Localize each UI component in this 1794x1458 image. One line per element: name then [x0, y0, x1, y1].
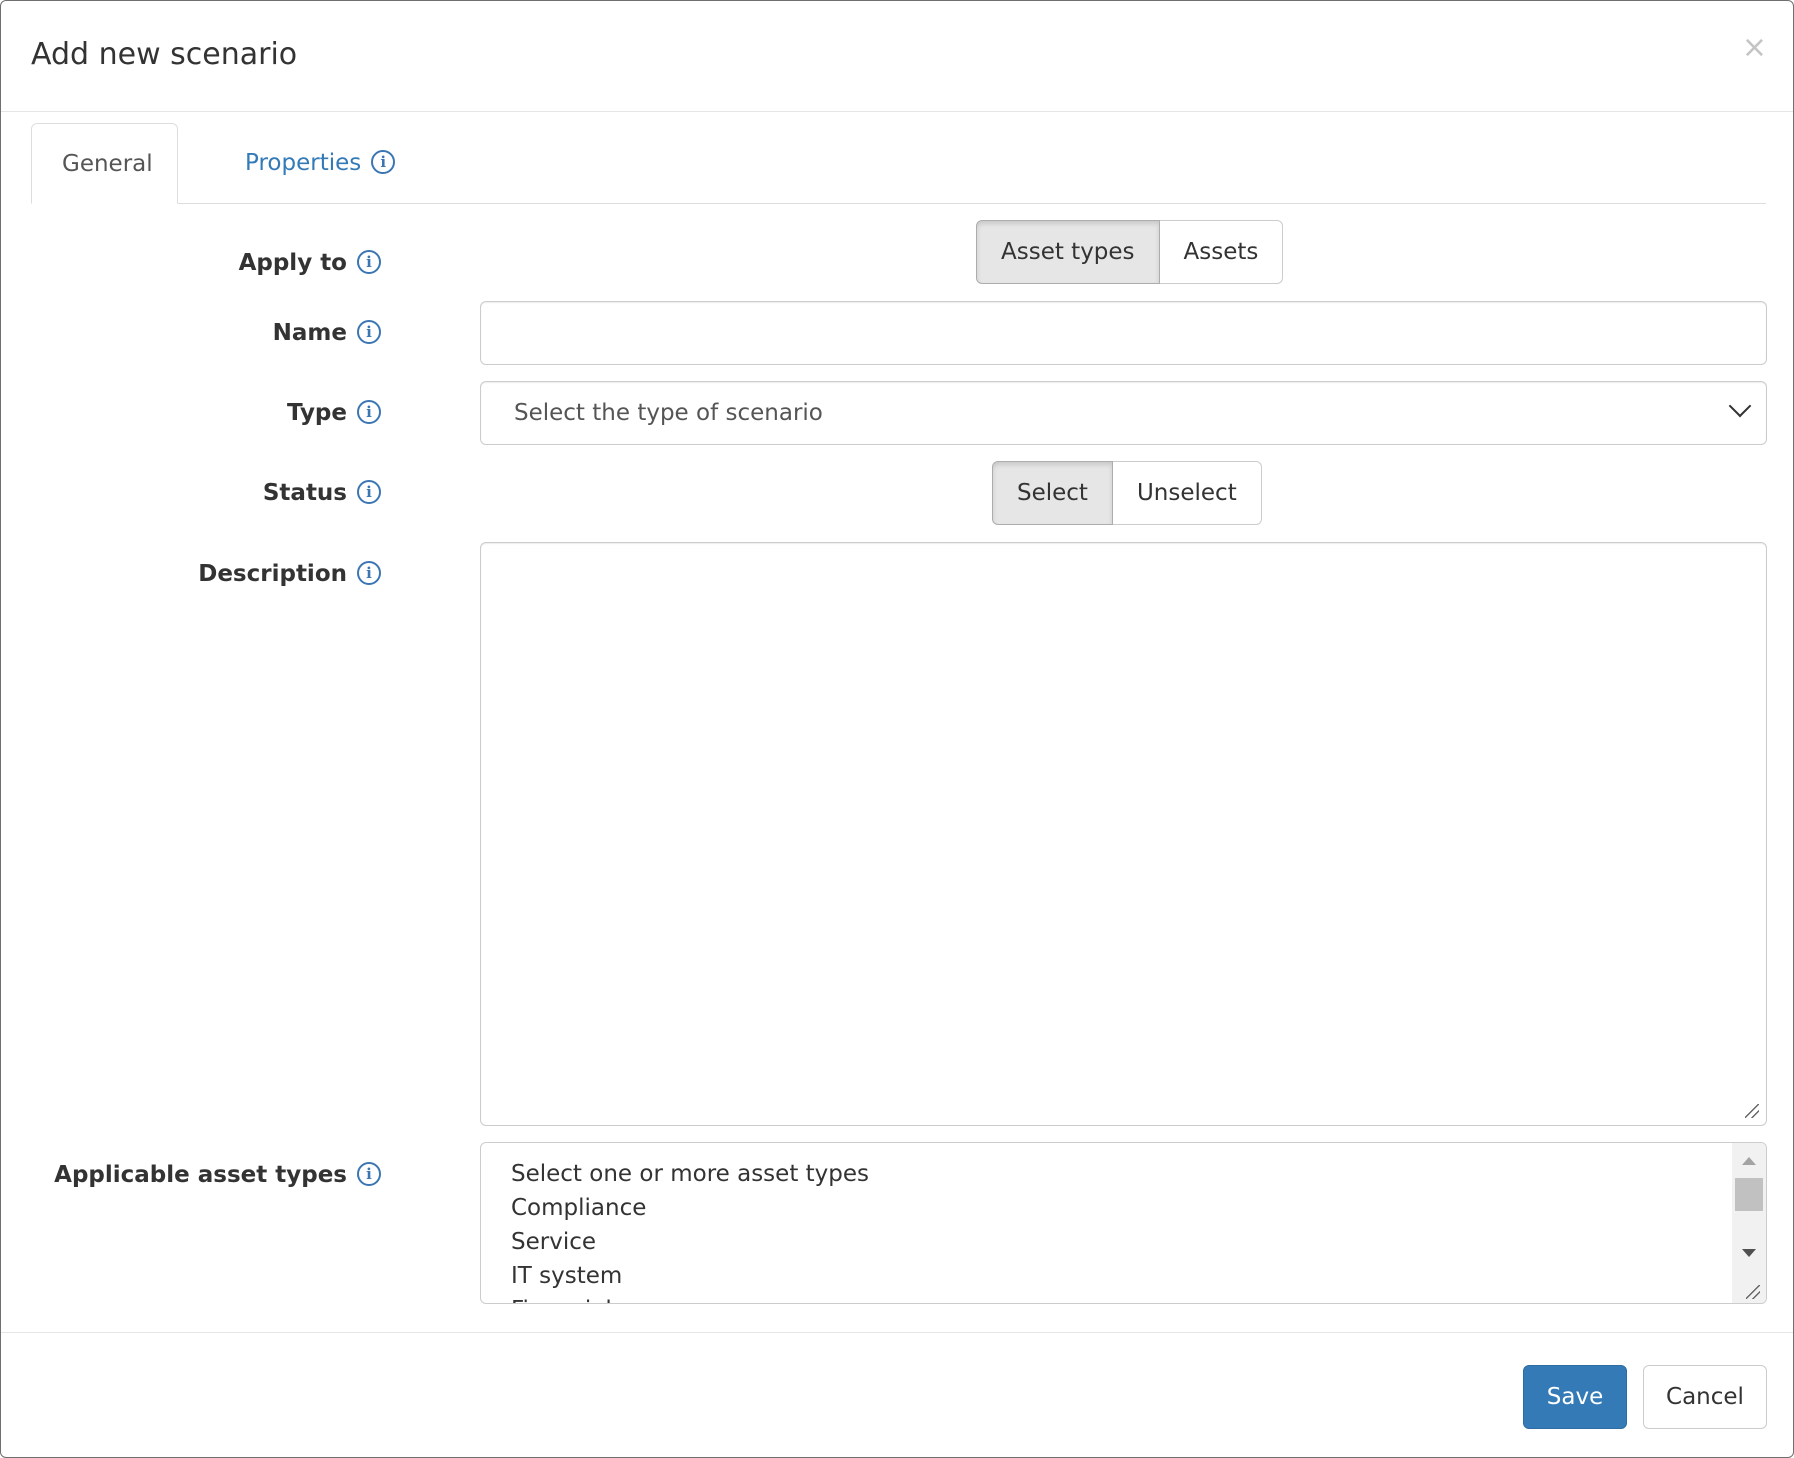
info-icon[interactable]: i	[357, 399, 381, 424]
tab-general[interactable]: General	[31, 123, 178, 204]
description-textarea[interactable]	[480, 542, 1767, 1126]
resize-handle-icon[interactable]	[1745, 1104, 1759, 1118]
info-icon[interactable]: i	[357, 249, 381, 274]
resize-handle-icon[interactable]	[1746, 1285, 1760, 1299]
info-icon[interactable]: i	[357, 1161, 381, 1186]
save-button[interactable]: Save	[1523, 1365, 1627, 1429]
scroll-down-arrow-icon[interactable]	[1742, 1249, 1756, 1257]
scroll-up-arrow-icon[interactable]	[1742, 1157, 1756, 1165]
list-scrollbar[interactable]	[1732, 1143, 1766, 1303]
tab-general-label: General	[62, 151, 153, 177]
name-input[interactable]	[480, 301, 1767, 365]
cancel-button[interactable]: Cancel	[1643, 1365, 1767, 1429]
status-unselect-button[interactable]: Unselect	[1112, 461, 1262, 525]
applicable-asset-types-label: Applicable asset types	[54, 1162, 347, 1188]
info-icon[interactable]: i	[357, 479, 381, 504]
type-select[interactable]: Select the type of scenario	[480, 381, 1767, 445]
list-item[interactable]: Compliance	[511, 1191, 646, 1225]
applicable-asset-types-multiselect[interactable]: Select one or more asset types Complianc…	[480, 1142, 1767, 1304]
list-item[interactable]: Service	[511, 1225, 596, 1259]
info-icon[interactable]: i	[357, 319, 381, 344]
apply-to-asset-types-button[interactable]: Asset types	[976, 220, 1160, 284]
apply-to-assets-button[interactable]: Assets	[1159, 220, 1284, 284]
apply-to-label: Apply to	[238, 250, 347, 276]
name-label-group: Name i	[273, 318, 381, 348]
modal-header: Add new scenario ×	[1, 1, 1793, 112]
status-label-group: Status i	[263, 478, 381, 508]
tab-bar: General Properties i	[31, 123, 1766, 204]
type-select-value: Select the type of scenario	[514, 400, 823, 426]
info-icon[interactable]: i	[371, 149, 396, 174]
list-item[interactable]: IT system	[511, 1259, 622, 1293]
scroll-thumb[interactable]	[1735, 1178, 1763, 1211]
apply-to-toggle: Asset types Assets	[976, 220, 1284, 284]
name-label: Name	[272, 320, 347, 346]
close-icon[interactable]: ×	[1742, 33, 1767, 63]
apply-to-label-group: Apply to i	[239, 248, 381, 278]
chevron-down-icon	[1728, 394, 1752, 418]
status-select-button[interactable]: Select	[992, 461, 1113, 525]
description-label: Description	[198, 561, 347, 587]
tab-properties[interactable]: Properties i	[211, 123, 396, 203]
status-toggle: Select Unselect	[992, 461, 1262, 525]
tab-properties-label: Properties	[245, 150, 362, 176]
modal-title: Add new scenario	[31, 37, 298, 72]
info-icon[interactable]: i	[357, 560, 381, 585]
description-label-group: Description i	[198, 559, 381, 589]
list-item[interactable]: Select one or more asset types	[511, 1157, 869, 1191]
type-label: Type	[286, 400, 347, 426]
applicable-asset-types-label-group: Applicable asset types i	[54, 1160, 381, 1190]
status-label: Status	[262, 480, 347, 506]
modal-footer: Save Cancel	[1, 1332, 1793, 1457]
add-scenario-modal: Add new scenario × General Properties i A…	[0, 0, 1794, 1458]
type-label-group: Type i	[287, 398, 381, 428]
list-item[interactable]: Financial	[511, 1293, 612, 1303]
